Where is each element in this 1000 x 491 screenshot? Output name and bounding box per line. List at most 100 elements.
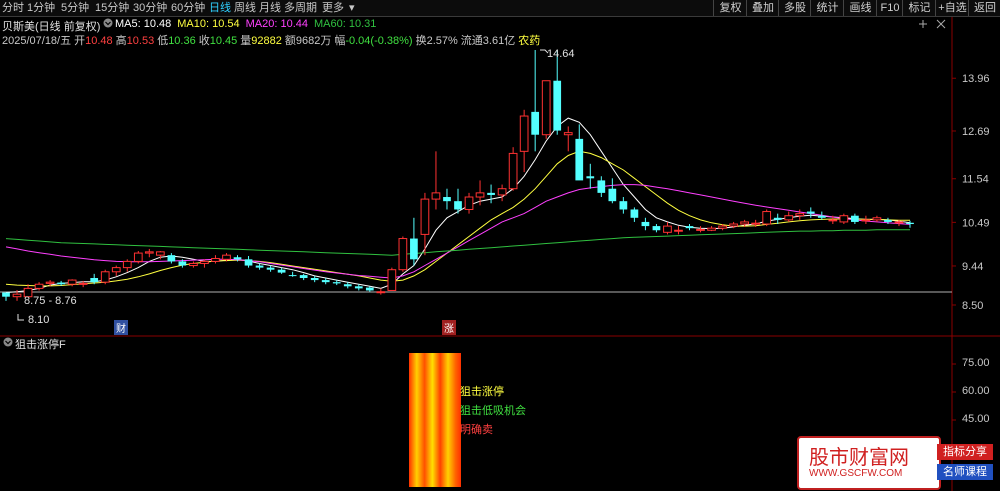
- candle-body-up: [144, 251, 154, 254]
- candle-body-up: [122, 260, 132, 269]
- quote-field: 低10.36: [157, 35, 196, 47]
- toolbar-button[interactable]: 叠加: [746, 0, 779, 16]
- toolbar-button[interactable]: 多股: [778, 0, 811, 16]
- candle-body-down: [773, 217, 782, 220]
- close-icon[interactable]: [936, 19, 946, 32]
- quote-field: 2025/07/18/五: [2, 35, 72, 47]
- indicator-axis-label: 45.00: [962, 413, 990, 425]
- y-tick-label: 12.69: [962, 126, 990, 138]
- range-label: 8.75 - 8.76: [24, 295, 77, 307]
- candle-body-down: [277, 269, 286, 273]
- candle-body-up: [155, 251, 165, 256]
- candle-body-down: [806, 211, 815, 214]
- watermark-box: 股市财富网 WWW.GSCFW.COM: [797, 436, 941, 490]
- period-tab[interactable]: 分时: [2, 0, 24, 16]
- candle-body-up: [133, 252, 143, 262]
- quote-field: 农药: [518, 35, 541, 47]
- candle-body-up: [707, 227, 716, 231]
- candle-body-up: [475, 192, 485, 198]
- period-tab[interactable]: 多周期: [284, 0, 317, 16]
- candle-body-down: [586, 176, 595, 179]
- toolbar-button[interactable]: 统计: [810, 0, 844, 16]
- limit-up-badge[interactable]: 涨: [442, 320, 456, 335]
- chart-settings-icon[interactable]: [103, 18, 113, 31]
- ma-legend-item: MA60: 10.31: [314, 18, 377, 30]
- candle-body-up: [200, 260, 209, 264]
- ma-legend-item: MA20: 10.44: [245, 18, 309, 30]
- candle-body-down: [2, 292, 10, 297]
- period-toolbar: 分时 1分钟 5分钟 15分钟 30分钟 60分钟 日线 周线 月线 多周期 更多 ▾ 复权 叠加 多股统…: [0, 0, 1000, 17]
- candle-body-up: [34, 283, 44, 289]
- candle-body-up: [861, 219, 871, 222]
- period-tab[interactable]: 15分钟: [95, 0, 129, 16]
- candle-body-up: [740, 221, 749, 225]
- period-tab[interactable]: 月线: [259, 0, 281, 16]
- candle-body-down: [641, 221, 650, 227]
- candle-body-down: [851, 215, 859, 222]
- candle-body-down: [884, 219, 892, 222]
- candle-body-down: [365, 287, 374, 291]
- ma-legend: MA5: 10.48 MA10: 10.54 MA20: 10.44 MA60: 10…: [115, 18, 382, 30]
- candle-body-down: [343, 284, 352, 287]
- candle-body-up: [508, 152, 518, 190]
- quote-field: 流通3.61亿: [460, 35, 516, 47]
- period-tab[interactable]: 日线: [209, 0, 231, 16]
- y-tick-label: 10.49: [962, 217, 990, 229]
- period-tab[interactable]: 更多: [322, 0, 344, 16]
- quote-field: 幅-0.04(-0.38%): [334, 35, 413, 47]
- toolbar-button[interactable]: +自选: [935, 0, 969, 16]
- candle-body-down: [817, 215, 826, 218]
- candle-body-down: [255, 265, 264, 268]
- indicator-title: 狙击涨停F: [15, 339, 66, 351]
- period-tab[interactable]: 1分钟: [27, 0, 55, 16]
- indicator-axis-label: 60.00: [962, 385, 990, 397]
- candlestick-chart[interactable]: 13.96 12.69 11.54 10.49 9.44 8.50: [0, 17, 1000, 491]
- candle-body-down: [443, 197, 451, 202]
- indicator-settings-icon[interactable]: [3, 337, 13, 350]
- candle-body-down: [321, 280, 330, 283]
- candle-body-up: [696, 228, 705, 231]
- candle-body-up: [839, 215, 849, 223]
- tag-teacher-course: 名师课程: [937, 464, 993, 480]
- toolbar-button[interactable]: 画线: [843, 0, 877, 16]
- quote-line: 2025/07/18/五 开10.48 高10.53 低10.36 收10.45 量928…: [2, 32, 543, 48]
- period-tab[interactable]: 周线: [234, 0, 256, 16]
- candle-body-up: [387, 269, 397, 291]
- y-tick-label: 11.54: [962, 174, 989, 186]
- candle-body-down: [454, 201, 462, 210]
- toolbar-button[interactable]: 复权: [713, 0, 747, 16]
- candle-body-down: [652, 226, 661, 231]
- candle-body-up: [100, 271, 110, 283]
- limit-up-signal-bar: [409, 353, 461, 487]
- high-price-label: 14.64: [547, 48, 575, 60]
- candle-body-down: [90, 278, 99, 283]
- finance-badge[interactable]: 财: [114, 320, 128, 335]
- more-dropdown-icon[interactable]: ▾: [349, 0, 355, 16]
- candle-body-down: [332, 282, 341, 284]
- candle-body-up: [497, 188, 507, 196]
- candle-body-down: [906, 222, 914, 225]
- watermark-url: WWW.GSCFW.COM: [809, 468, 903, 479]
- period-tab[interactable]: 30分钟: [133, 0, 167, 16]
- candle-body-down: [608, 188, 617, 202]
- period-tab[interactable]: 5分钟: [61, 0, 89, 16]
- toolbar-button[interactable]: F10: [876, 0, 903, 16]
- toolbar-button[interactable]: 标记: [902, 0, 936, 16]
- quote-field: 收10.45: [198, 35, 238, 47]
- candle-body-down: [310, 278, 319, 281]
- candle-body-up: [795, 213, 805, 217]
- watermark-title: 股市财富网: [809, 445, 909, 469]
- candle-body-up: [718, 225, 727, 229]
- toolbar-button[interactable]: 返回: [968, 0, 1000, 16]
- candle-body-up: [189, 262, 198, 267]
- candle-body-down: [575, 138, 584, 181]
- candle-body-up: [45, 281, 55, 284]
- candle-body-up: [111, 267, 121, 273]
- period-tab[interactable]: 60分钟: [171, 0, 205, 16]
- candle-body-up: [762, 211, 772, 225]
- tag-indicator-share: 指标分享: [937, 444, 993, 460]
- candle-body-down: [233, 257, 242, 260]
- candle-body-down: [244, 259, 253, 266]
- zoom-in-icon[interactable]: [918, 19, 928, 32]
- y-tick-label: 9.44: [962, 261, 983, 273]
